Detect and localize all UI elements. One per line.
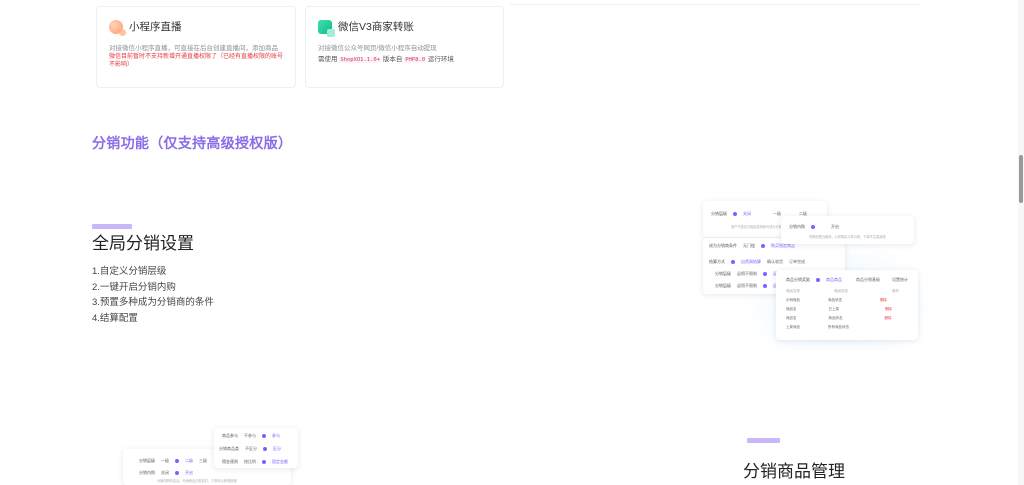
mock-option: 关闭 — [161, 470, 169, 475]
mock-option: 一级 — [773, 211, 781, 216]
mock-option: 区分 — [273, 446, 281, 451]
mock-option: 三级 — [199, 458, 207, 463]
mock-tab: 设置统计 — [892, 277, 908, 282]
title-accent-bar — [747, 438, 780, 443]
mock-cell: 删除 — [880, 298, 887, 302]
radio-icon — [262, 460, 266, 464]
mock-label: 成为分销商条件 — [709, 243, 737, 248]
mock-option: 二级 — [185, 458, 193, 463]
radio-icon — [263, 447, 267, 451]
radio-icon — [763, 272, 767, 276]
radio-icon — [811, 225, 815, 229]
mock-label: 结算方式 — [709, 259, 725, 264]
env-mid: 版本自 — [382, 56, 403, 63]
mock-option: 开启 — [831, 224, 839, 229]
feature-item: 4.结算配置 — [92, 312, 138, 324]
mock-label: 分销内购 — [139, 470, 155, 475]
mock-label: 分销层级 — [711, 211, 727, 216]
mock-cell: 示例商品 — [786, 298, 800, 302]
page-scrollbar[interactable] — [1018, 0, 1024, 485]
mock-option: 开启 — [185, 470, 193, 475]
mock-inner-panel: 分销内购 开启 内购即是分销商，以商购买订单为例，下单不生成返佣 — [781, 216, 914, 244]
mock-col: 商品名称 — [786, 289, 800, 293]
mock-cell: 所有商品状态 — [828, 325, 849, 329]
mock-col: 操作 — [892, 289, 899, 293]
radio-icon — [761, 244, 765, 248]
radio-icon — [763, 284, 767, 288]
radio-icon — [175, 471, 179, 475]
mock-label: 分销层级 — [715, 283, 731, 288]
mock-label: 商品参与 — [222, 433, 238, 438]
env-suffix: 运行环境 — [427, 56, 454, 63]
mock-col: 商品状态 — [834, 289, 848, 293]
card-header: 微信V3商家转账 — [318, 19, 491, 37]
mock-option: 不区分 — [245, 446, 257, 451]
mock-option: 固定金额 — [272, 459, 288, 464]
mock-value: 返佣不限制 — [737, 283, 757, 288]
feature-title-global-settings: 全局分销设置 — [92, 234, 194, 253]
mock-hint: 用户只需支付相应费用即可成为分销商 — [731, 225, 786, 229]
live-icon — [109, 19, 126, 36]
scrollbar-thumb[interactable] — [1019, 155, 1023, 203]
mock-label: 分销内购 — [789, 224, 805, 229]
mock-option: 不参与 — [244, 433, 256, 438]
mock-label: 分销商品类 — [219, 446, 239, 451]
feature-item: 2.一键开启分销内购 — [92, 281, 176, 293]
mock-tab: 商品商品 — [826, 277, 842, 282]
feature-item: 1.自定义分销层级 — [92, 266, 167, 277]
card-header: 小程序直播 — [109, 19, 283, 36]
radio-icon — [262, 434, 266, 438]
card-description: 对接微信小程序直播，可直接在后台创建直播间，添加商品 — [109, 45, 278, 52]
env-version-code: ShopXO1.1.0+ — [339, 57, 382, 63]
mock-option: 自然周结算 — [741, 259, 761, 264]
mock-label: 分销层级 — [715, 271, 731, 276]
mock-option: 无门槛 — [743, 243, 755, 248]
mock-option: 按比例 — [244, 459, 256, 464]
mock-label: 分销层级 — [139, 458, 155, 463]
wechat-pay-icon — [318, 19, 335, 37]
card-title: 小程序直播 — [129, 21, 182, 33]
mock-value: 返佣不限制 — [737, 271, 757, 276]
mock-option: 订单完成 — [789, 259, 805, 264]
mock-option: 一级 — [161, 458, 169, 463]
mock-cell: 已上架 — [828, 307, 840, 311]
card-environment: 需使用 ShopXO1.1.0+ 版本自 PHP8.0 运行环境 — [318, 55, 491, 65]
feature-list: 1.自定义分销层级 2.一键开启分销内购 3.预置多种成为分销商的条件 4.结算… — [92, 264, 214, 326]
mock-cell: 商品名 — [786, 307, 797, 311]
mock-cell: 商品名 — [786, 316, 797, 320]
radio-icon — [733, 212, 737, 216]
radio-icon — [175, 459, 179, 463]
mock-goods-panel: 商品分销奖励 商品商品 商品分销基础 设置统计 商品名称 商品状态 操作 示例商… — [776, 270, 918, 340]
plugin-card-wechat-transfer[interactable]: 微信V3商家转账 对接微信公众号网页/微信小程序自动提现 需使用 ShopXO1… — [305, 6, 504, 88]
feature-item: 3.预置多种成为分销商的条件 — [92, 297, 214, 308]
mock-option: 关闭 — [743, 211, 751, 216]
mock-tab: 商品分销基础 — [856, 277, 880, 282]
card-warning: 微信目前暂时不支持新增开通直播权限了（已经有直播权限的账号不影响） — [109, 54, 284, 68]
mock-option: 参与 — [272, 433, 280, 438]
mock-tab: 商品分销奖励 — [786, 277, 810, 282]
mock-hint: 分销内购开启后，分销商自己购买时，下单可以获得返佣 — [157, 479, 237, 483]
top-divider — [510, 4, 920, 5]
card-title: 微信V3商家转账 — [338, 21, 414, 33]
feature-title-goods-management: 分销商品管理 — [743, 462, 845, 481]
mock-cell: 商品状态 — [828, 316, 843, 320]
env-prefix: 需使用 — [318, 56, 338, 63]
radio-icon — [731, 260, 735, 264]
mock-label: 佣金规则 — [222, 459, 238, 464]
mock-cell: 删除 — [885, 307, 892, 311]
radio-icon — [816, 278, 820, 282]
mock-cell: 删除 — [884, 316, 892, 320]
env-php-code: PHP8.0 — [404, 57, 427, 63]
card-description: 对接微信公众号网页/微信小程序自动提现 — [318, 45, 437, 52]
mock-hint: 内购即是分销商，以商购买订单为例，下单不生成返佣 — [809, 235, 886, 239]
plugin-card-mini-live[interactable]: 小程序直播 对接微信小程序直播，可直接在后台创建直播间，添加商品 微信目前暂时不… — [96, 6, 296, 88]
mock-cell: 上架商品 — [786, 325, 800, 329]
mock-cell: 商品状态 — [828, 298, 842, 302]
mock-bottom-rules: 商品参与 不参与 参与 分销商品类 不区分 区分 佣金规则 按比例 固定金额 — [214, 428, 298, 468]
mock-option: 确认收货 — [767, 259, 783, 264]
section-title: 分销功能（仅支持高级授权版） — [92, 135, 293, 151]
